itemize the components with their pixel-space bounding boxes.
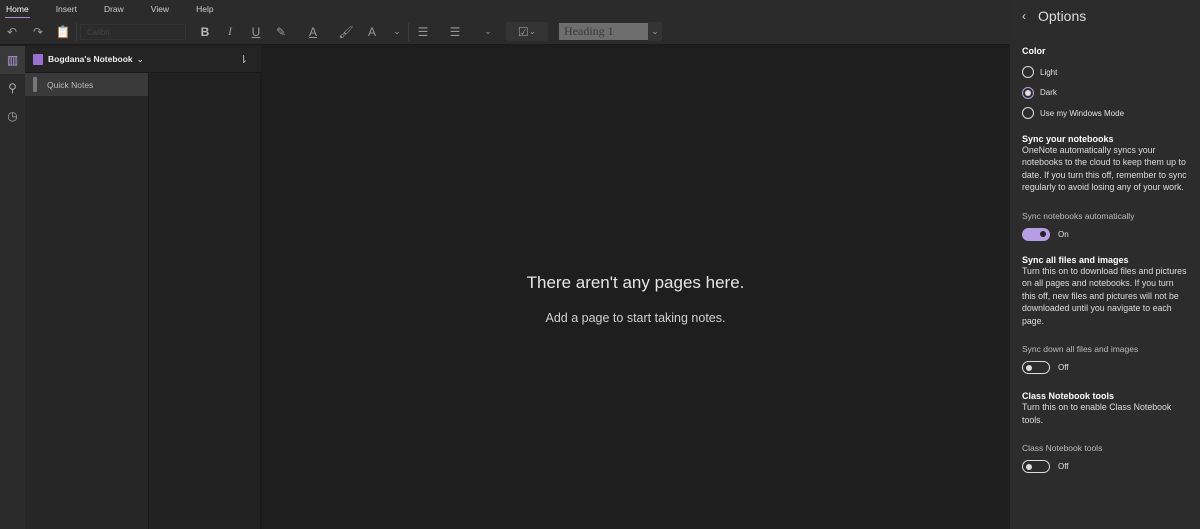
notebook-selector[interactable]: Bogdana's Notebook ⌄ ⇂ [25,46,261,73]
back-icon[interactable]: ‹ [1022,9,1026,23]
sync-text: OneNote automatically syncs your noteboo… [1022,144,1187,193]
chevron-down-icon[interactable]: ⌄ [648,22,662,41]
divider [408,23,409,41]
ribbon-tabs: Home Insert Draw View Help [0,0,1010,19]
highlight-icon[interactable]: ✎ [273,22,289,41]
sync-heading: Sync your notebooks [1022,133,1114,144]
divider [76,23,77,41]
notebook-name: Bogdana's Notebook [48,54,133,64]
toggle-state: On [1058,229,1069,239]
class-heading: Class Notebook tools [1022,391,1115,401]
style-select[interactable]: Heading 1 [559,23,648,40]
options-panel: ‹ Options Color Light Dark Use my Windows… [1010,0,1200,529]
radio-light[interactable]: Light [1022,62,1188,83]
files-label: Sync down all files and images [1022,344,1139,354]
radio-label: Use my Windows Mode [1040,108,1125,118]
search-icon[interactable]: ⚲ [0,74,25,102]
class-toggle[interactable]: Off [1022,460,1188,473]
chevron-down-icon: ⌄ [136,53,144,64]
radio-label: Dark [1040,88,1057,98]
clipboard-icon[interactable]: 📋 [55,22,71,41]
sort-icon[interactable]: ⇂ [239,53,248,66]
empty-title: There aren't any pages here. [526,273,745,292]
section-quick-notes[interactable]: Quick Notes [25,73,148,96]
styles-icon[interactable]: A [364,22,380,41]
files-text: Turn this on to download files and pictu… [1022,265,1187,326]
radio-circle [1022,107,1034,120]
pages-pane [149,73,261,529]
tab-draw[interactable]: Draw [98,0,133,18]
chevron-down-icon[interactable]: ⌄ [390,22,404,41]
tab-view[interactable]: View [145,0,178,18]
notebook-icon [33,53,43,65]
color-heading: Color [1022,46,1046,56]
redo-icon[interactable]: ↷ [30,22,46,41]
radio-circle-selected [1022,86,1034,99]
italic-icon[interactable]: I [222,22,238,41]
toggle-state: Off [1058,462,1069,471]
toggle-state: Off [1058,363,1069,372]
toggle-switch[interactable] [1022,227,1050,241]
notebooks-icon[interactable]: ▥ [0,46,25,74]
radio-dark[interactable]: Dark [1022,83,1188,104]
recent-clock-icon[interactable]: ◷ [0,102,25,130]
options-title: Options [1038,8,1087,24]
tab-home[interactable]: Home [0,0,38,19]
sections-pane: Quick Notes [25,73,149,529]
radio-label: Light [1040,67,1058,77]
radio-windows-mode[interactable]: Use my Windows Mode [1022,103,1188,124]
todo-tag-icon[interactable]: ☑ ⌄ [506,22,548,41]
toggle-switch[interactable] [1022,460,1050,473]
font-input[interactable]: Calibri [80,24,186,40]
bold-icon[interactable]: B [197,22,213,41]
files-toggle[interactable]: Off [1022,361,1188,374]
files-heading: Sync all files and images [1022,254,1129,265]
underline-icon[interactable]: U [248,22,264,41]
sync-toggle[interactable]: On [1022,227,1188,241]
toggle-switch[interactable] [1022,361,1050,374]
ribbon-toolbar: ↶ ↷ 📋 Calibri B I U ✎ A 🖌 A ⌄ ☰ ☰ ⌄ ☑ ⌄ … [0,18,1010,45]
empty-subtitle: Add a page to start taking notes. [545,311,726,325]
font-color-icon[interactable]: A [305,22,321,41]
format-painter-icon[interactable]: 🖌 [338,22,354,41]
tab-help[interactable]: Help [190,0,222,18]
undo-icon[interactable]: ↶ [4,22,20,41]
class-text: Turn this on to enable Class Notebook to… [1022,402,1172,425]
empty-canvas: There aren't any pages here. Add a page … [261,46,1010,529]
chevron-down-icon[interactable]: ⌄ [481,22,495,41]
nav-rail: ▥ ⚲ ◷ [0,46,25,529]
bullet-list-icon[interactable]: ☰ [415,22,431,41]
radio-circle [1022,66,1034,79]
tab-insert[interactable]: Insert [50,0,86,18]
sync-label: Sync notebooks automatically [1022,210,1135,221]
numbered-list-icon[interactable]: ☰ [447,22,463,41]
class-label: Class Notebook tools [1022,443,1103,453]
